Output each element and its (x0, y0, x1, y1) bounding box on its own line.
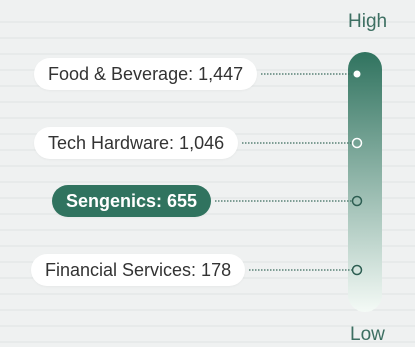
label-pill: Food & Beverage: 1,447 (34, 58, 258, 90)
chart-svg (0, 21, 415, 343)
scale-marker (353, 70, 361, 78)
label-pill: Financial Services: 178 (31, 254, 246, 286)
chart: High Low Food & Beverage: 1,447 Tech Hard… (0, 0, 415, 347)
scale-marks (215, 70, 363, 276)
label-pill: Tech Hardware: 1,046 (34, 127, 239, 159)
label-pill: Sengenics: 655 (52, 185, 212, 217)
scale-low-label: Low (350, 324, 385, 345)
scale-high-label: High (348, 11, 388, 32)
